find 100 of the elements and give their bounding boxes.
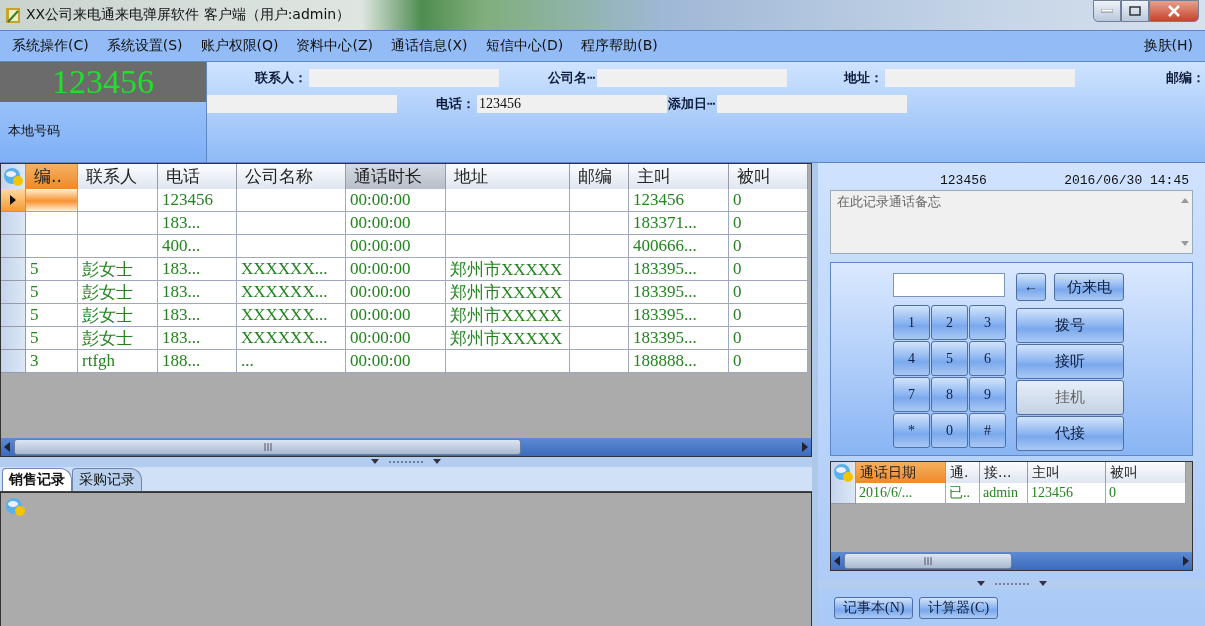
table-cell: 183... (158, 281, 237, 304)
table-cell: 5 (26, 281, 78, 304)
table-cell: 0 (729, 212, 808, 235)
table-cell: 400... (158, 235, 237, 258)
scroll-down-icon[interactable] (1181, 241, 1189, 246)
window-title: XX公司来电通来电弹屏软件 客户端（用户:admin） (26, 6, 351, 24)
tab[interactable]: 采购记录 (72, 468, 142, 491)
menu-item[interactable]: 短信中心(D) (485, 37, 564, 55)
menu-item[interactable]: 通话信息(X) (391, 37, 468, 55)
text-field[interactable] (597, 69, 787, 87)
dial-key[interactable]: 1 (893, 305, 930, 340)
column-header[interactable]: 通话时长 (346, 164, 446, 189)
tab[interactable]: 销售记录 (2, 468, 72, 491)
dial-key[interactable]: 7 (893, 377, 930, 412)
table-cell: 已.. (946, 483, 980, 504)
table-cell: 183395... (629, 281, 729, 304)
tool-button[interactable]: 计算器(C) (919, 597, 999, 619)
maximize-icon (1129, 6, 1141, 16)
table-cell: 183... (158, 327, 237, 350)
text-field[interactable] (207, 95, 397, 113)
table-cell: 00:00:00 (346, 327, 446, 350)
table-cell: 00:00:00 (346, 304, 446, 327)
menu-item[interactable]: 换肤(H) (1143, 37, 1193, 55)
text-field[interactable] (717, 95, 907, 113)
table-cell (570, 235, 629, 258)
scroll-right-icon[interactable] (1183, 556, 1189, 566)
simulate-call-button[interactable]: 仿来电 (1054, 273, 1124, 301)
column-header[interactable]: 编.. (26, 164, 78, 189)
dial-key[interactable]: 0 (931, 413, 968, 448)
close-icon (1167, 5, 1181, 17)
scroll-up-icon[interactable] (1181, 198, 1189, 203)
dial-key[interactable]: 9 (969, 377, 1006, 412)
table-cell: 2016/6/... (856, 483, 946, 504)
column-header[interactable]: 被叫 (1106, 462, 1186, 483)
column-header[interactable]: 公司名称 (237, 164, 346, 189)
close-button[interactable] (1149, 0, 1199, 22)
column-header[interactable]: 接... (980, 462, 1028, 483)
call-action-button[interactable]: 接听 (1016, 344, 1124, 379)
row-header[interactable] (1, 189, 26, 212)
scrollbar-thumb[interactable] (844, 553, 1012, 569)
table-cell: 5 (26, 327, 78, 350)
backspace-button[interactable]: ← (1016, 273, 1046, 301)
table-cell (570, 304, 629, 327)
menu-item[interactable]: 程序帮助(B) (581, 37, 658, 55)
table-cell: 183... (158, 212, 237, 235)
table-cell: 郑州市XXXXX (446, 258, 570, 281)
column-header[interactable]: 通话日期 (856, 462, 946, 483)
dial-key[interactable]: # (969, 413, 1006, 448)
column-header[interactable]: 主叫 (629, 164, 729, 189)
scrollbar-thumb[interactable] (14, 439, 521, 455)
text-field[interactable]: 123456 (477, 95, 667, 113)
dial-key[interactable]: 8 (931, 377, 968, 412)
table-cell (570, 281, 629, 304)
table-cell: 400666... (629, 235, 729, 258)
menu-item[interactable]: 资料中心(Z) (296, 37, 373, 55)
column-header[interactable]: 被叫 (729, 164, 808, 189)
splitter-grip-icon[interactable] (976, 581, 1047, 587)
field-label: 公司名┅ (548, 69, 595, 87)
splitter-grip-icon[interactable] (371, 459, 441, 465)
dial-key[interactable]: 2 (931, 305, 968, 340)
maximize-button[interactable] (1121, 0, 1149, 22)
table-cell: 5 (26, 258, 78, 281)
dial-key[interactable]: 3 (969, 305, 1006, 340)
dial-key[interactable]: 5 (931, 341, 968, 376)
table-cell: 5 (26, 304, 78, 327)
scroll-left-icon[interactable] (834, 556, 840, 566)
column-header[interactable]: 联系人 (78, 164, 158, 189)
column-header[interactable]: 主叫 (1028, 462, 1106, 483)
column-header[interactable]: 通. (946, 462, 980, 483)
menu-item[interactable]: 系统操作(C) (12, 37, 89, 55)
table-cell: 00:00:00 (346, 258, 446, 281)
number-input[interactable] (893, 273, 1005, 297)
call-action-button[interactable]: 拨号 (1016, 308, 1124, 343)
current-row-icon (10, 195, 16, 205)
text-field[interactable] (885, 69, 1075, 87)
column-header[interactable]: 地址 (446, 164, 570, 189)
call-action-button[interactable]: 代接 (1016, 416, 1124, 451)
table-cell: 183... (158, 304, 237, 327)
dial-key[interactable]: 4 (893, 341, 930, 376)
dial-key[interactable]: 6 (969, 341, 1006, 376)
table-cell: 3 (26, 350, 78, 373)
minimize-button[interactable] (1093, 0, 1121, 22)
grid-corner-icon[interactable] (832, 461, 854, 484)
table-cell: 123456 (158, 189, 237, 212)
horizontal-scrollbar[interactable] (831, 552, 1192, 570)
dial-key[interactable]: * (893, 413, 930, 448)
column-header[interactable]: 电话 (158, 164, 237, 189)
table-cell (570, 350, 629, 373)
table-cell: 0 (1106, 483, 1186, 504)
field-label: 电话： (436, 95, 475, 113)
column-header[interactable]: 邮编 (570, 164, 629, 189)
text-field[interactable] (309, 69, 499, 87)
scroll-right-icon[interactable] (802, 442, 808, 452)
menu-item[interactable]: 账户权限(Q) (200, 37, 279, 55)
menu-item[interactable]: 系统设置(S) (106, 37, 183, 55)
memo-field[interactable]: 在此记录通话备忘 (830, 190, 1193, 254)
table-cell: 彭女士 (78, 258, 158, 281)
scroll-left-icon[interactable] (4, 442, 10, 452)
horizontal-scrollbar[interactable] (1, 438, 811, 456)
tool-button[interactable]: 记事本(N) (834, 597, 914, 619)
